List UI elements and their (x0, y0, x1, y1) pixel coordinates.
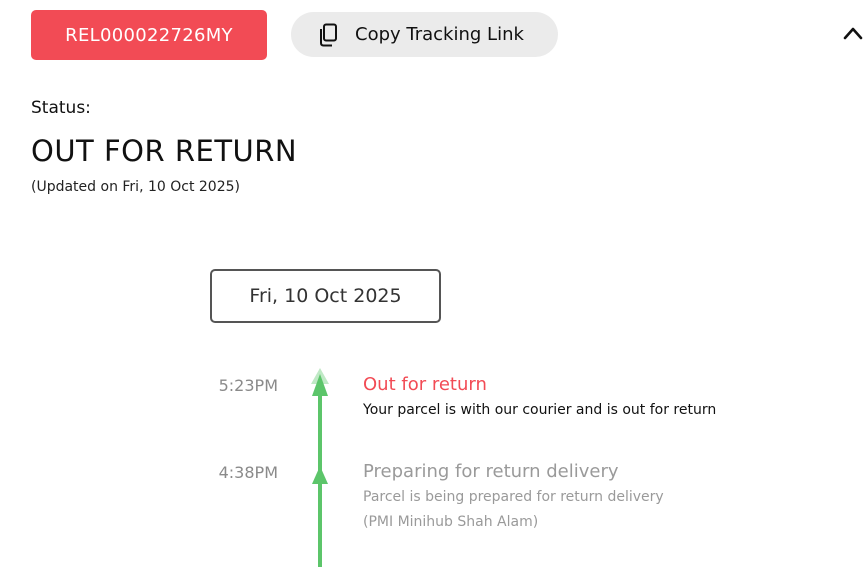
timeline-date: Fri, 10 Oct 2025 (249, 285, 402, 307)
timeline-arrow-2-icon (312, 466, 328, 484)
tracking-number: REL000022726MY (65, 24, 233, 46)
copy-icon (317, 23, 339, 47)
event-time: 4:38PM (218, 463, 278, 482)
status-updated-timestamp: (Updated on Fri, 10 Oct 2025) (31, 179, 240, 195)
event-time: 5:23PM (218, 376, 278, 395)
timeline-arrow-1-icon (312, 374, 328, 396)
status-label: Status: (31, 98, 91, 118)
timeline-date-header: Fri, 10 Oct 2025 (210, 269, 441, 323)
status-value: OUT FOR RETURN (31, 134, 298, 168)
event-description: Your parcel is with our courier and is o… (363, 402, 717, 418)
copy-tracking-link-label: Copy Tracking Link (355, 24, 524, 45)
chevron-up-icon[interactable] (842, 25, 864, 41)
event-title: Preparing for return delivery (363, 461, 619, 482)
event-title: Out for return (363, 374, 487, 395)
tracking-number-badge: REL000022726MY (31, 10, 267, 60)
timeline-line (311, 368, 329, 567)
event-description: Parcel is being prepared for return deli… (363, 489, 664, 505)
event-location: (PMI Minihub Shah Alam) (363, 514, 539, 530)
copy-tracking-link-button[interactable]: Copy Tracking Link (291, 12, 558, 57)
